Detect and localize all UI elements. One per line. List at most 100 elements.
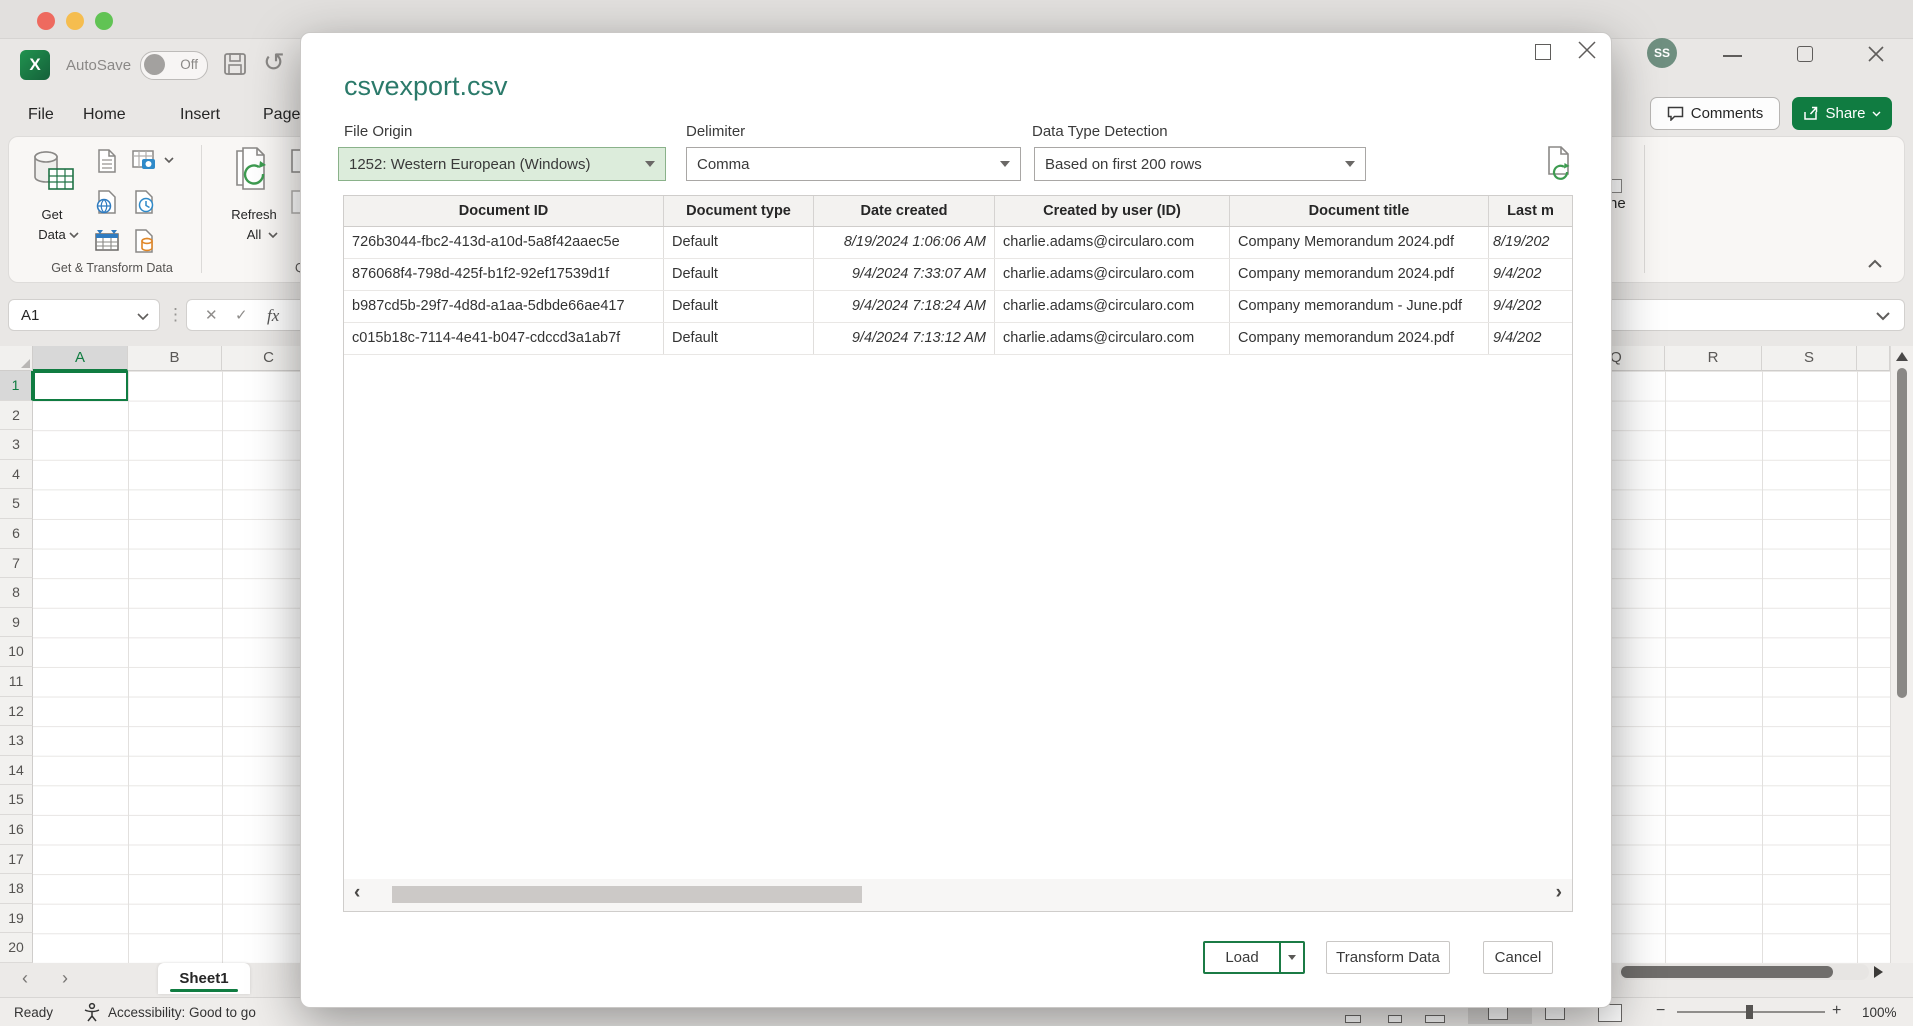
zoom-in-icon[interactable]: + [1832, 1002, 1841, 1020]
refresh-preview-icon[interactable] [1544, 145, 1574, 186]
row-header-4[interactable]: 4 [0, 460, 33, 490]
status-icon[interactable] [1388, 1015, 1402, 1023]
preview-scrollbar-thumb[interactable] [392, 886, 862, 903]
zoom-out-icon[interactable]: − [1656, 1002, 1665, 1020]
data-type-detection-select[interactable]: Based on first 200 rows [1034, 147, 1366, 181]
transform-data-button[interactable]: Transform Data [1326, 941, 1450, 974]
dialog-maximize-icon[interactable] [1535, 44, 1551, 60]
row-header-15[interactable]: 15 [0, 785, 33, 815]
traffic-zoom-icon[interactable] [95, 12, 113, 30]
row-header-9[interactable]: 9 [0, 608, 33, 638]
cancel-button[interactable]: Cancel [1483, 941, 1553, 974]
scroll-right-icon[interactable] [1874, 966, 1883, 978]
preview-cell: Default [664, 291, 814, 322]
accessibility-status[interactable]: Accessibility: Good to go [108, 1005, 256, 1020]
zoom-slider-handle[interactable] [1746, 1005, 1753, 1019]
selected-cell-a1[interactable] [33, 371, 128, 401]
tab-file[interactable]: File [28, 106, 54, 124]
row-header-12[interactable]: 12 [0, 697, 33, 727]
collapse-ribbon-icon[interactable] [1867, 259, 1883, 269]
column-header-s[interactable]: S [1762, 346, 1857, 371]
column-header-partial[interactable] [1857, 346, 1890, 371]
row-header-17[interactable]: 17 [0, 845, 33, 875]
load-button[interactable]: Load [1205, 943, 1279, 972]
status-icon[interactable] [1425, 1015, 1445, 1023]
row-header-2[interactable]: 2 [0, 401, 33, 431]
minimize-window-icon[interactable] [1723, 55, 1742, 57]
chevron-down-icon [69, 232, 79, 239]
vertical-scrollbar-thumb[interactable] [1897, 368, 1907, 698]
preview-scrollbar[interactable]: ‹ › [344, 879, 1572, 911]
get-data-button[interactable]: Get Data [17, 145, 87, 265]
chevron-down-icon[interactable] [164, 157, 174, 164]
column-header-r[interactable]: R [1665, 346, 1762, 371]
preview-cell: Default [664, 323, 814, 354]
macro-icon[interactable] [1345, 1015, 1361, 1023]
load-split-button[interactable]: Load [1203, 941, 1305, 974]
row-header-14[interactable]: 14 [0, 756, 33, 786]
autosave-toggle[interactable]: Off [140, 51, 208, 80]
tab-home[interactable]: Home [83, 106, 126, 124]
close-window-icon[interactable] [1868, 46, 1884, 62]
row-header-20[interactable]: 20 [0, 933, 33, 963]
share-button[interactable]: Share [1792, 97, 1892, 130]
row-header-5[interactable]: 5 [0, 489, 33, 519]
row-header-7[interactable]: 7 [0, 549, 33, 579]
traffic-close-icon[interactable] [37, 12, 55, 30]
undo-icon[interactable]: ↺ [263, 47, 285, 78]
from-table-icon[interactable] [94, 228, 120, 254]
name-box[interactable]: A1 [8, 299, 160, 331]
comments-button[interactable]: Comments [1650, 97, 1780, 130]
zoom-level[interactable]: 100% [1862, 1005, 1897, 1020]
sheet-next-icon[interactable]: › [62, 968, 68, 989]
row-header-10[interactable]: 10 [0, 637, 33, 667]
preview-column-header: Last m [1489, 196, 1573, 226]
file-origin-select[interactable]: 1252: Western European (Windows) [338, 147, 666, 181]
existing-connections-icon[interactable] [131, 228, 157, 254]
preview-column-header: Document type [664, 196, 814, 226]
column-header-a[interactable]: A [33, 346, 128, 371]
dialog-close-icon[interactable] [1577, 40, 1597, 60]
cancel-entry-icon[interactable]: ✕ [205, 306, 218, 324]
row-header-6[interactable]: 6 [0, 519, 33, 549]
row-header-19[interactable]: 19 [0, 904, 33, 934]
load-dropdown-arrow[interactable] [1279, 943, 1303, 972]
save-icon[interactable] [222, 51, 248, 82]
row-header-1[interactable]: 1 [0, 371, 33, 401]
from-picture-icon[interactable] [131, 148, 157, 174]
preview-column-header: Document title [1230, 196, 1489, 226]
horizontal-scrollbar-thumb[interactable] [1621, 966, 1833, 978]
row-header-3[interactable]: 3 [0, 430, 33, 460]
avatar[interactable]: SS [1647, 38, 1677, 68]
scroll-up-icon[interactable] [1896, 352, 1908, 361]
tab-page-layout[interactable]: Page [263, 106, 300, 124]
sheet-prev-icon[interactable]: ‹ [22, 968, 28, 989]
row-header-13[interactable]: 13 [0, 726, 33, 756]
refresh-all-button[interactable]: Refresh All [221, 145, 287, 265]
scroll-left-icon[interactable]: ‹ [354, 882, 360, 904]
page-layout-view-button[interactable] [1545, 1006, 1565, 1020]
row-header-16[interactable]: 16 [0, 815, 33, 845]
delimiter-select[interactable]: Comma [686, 147, 1021, 181]
scroll-right-icon[interactable]: › [1556, 882, 1562, 904]
sheet-tab-sheet1[interactable]: Sheet1 [158, 963, 250, 994]
row-header-8[interactable]: 8 [0, 578, 33, 608]
recent-sources-icon[interactable] [131, 189, 157, 215]
column-header-b[interactable]: B [128, 346, 222, 371]
row-header-18[interactable]: 18 [0, 874, 33, 904]
expand-formula-bar-icon[interactable] [1876, 312, 1890, 321]
select-all-corner[interactable] [0, 346, 33, 371]
formula-bar-dots-icon[interactable]: ⋮ [167, 305, 184, 325]
preview-table: Document IDDocument typeDate createdCrea… [343, 195, 1573, 912]
chevron-down-icon[interactable] [137, 313, 149, 321]
row-header-11[interactable]: 11 [0, 667, 33, 697]
tab-insert[interactable]: Insert [180, 106, 220, 124]
from-web-icon[interactable] [94, 189, 120, 215]
ready-status: Ready [14, 1005, 53, 1020]
traffic-minimize-icon[interactable] [66, 12, 84, 30]
confirm-entry-icon[interactable]: ✓ [235, 306, 248, 324]
restore-window-icon[interactable] [1797, 46, 1813, 62]
accessibility-icon[interactable] [82, 1002, 102, 1022]
text-file-icon[interactable] [94, 148, 120, 174]
insert-function-icon[interactable]: fx [267, 306, 279, 326]
